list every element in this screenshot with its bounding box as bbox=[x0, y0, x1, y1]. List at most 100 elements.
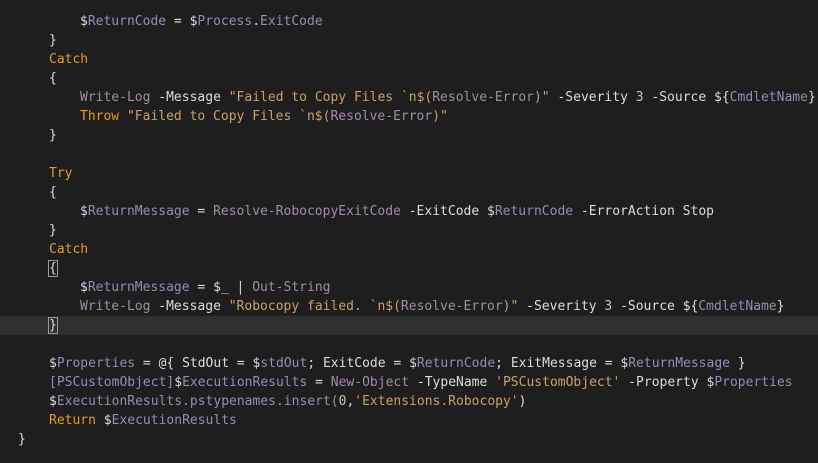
code-line-content: $ReturnCode = $Process.ExitCode bbox=[80, 12, 323, 31]
code-line[interactable]: Catch bbox=[0, 240, 818, 259]
code-token: Write-Log bbox=[80, 299, 151, 314]
code-line-content: } bbox=[18, 430, 26, 449]
code-line-content: $Properties = @{ StdOut = $stdOut; ExitC… bbox=[49, 354, 746, 373]
code-token: 'Extensions.Robocopy' bbox=[354, 394, 519, 409]
code-token: ReturnMessage bbox=[628, 356, 730, 371]
code-line[interactable]: { bbox=[0, 69, 818, 88]
code-token: Catch bbox=[49, 242, 89, 257]
code-token: $ bbox=[409, 356, 417, 371]
code-token: { bbox=[49, 185, 57, 200]
code-line-content: Return $ExecutionResults bbox=[49, 411, 237, 430]
code-token: ${ bbox=[714, 90, 730, 105]
code-line[interactable]: Write-Log -Message "Robocopy failed. `n$… bbox=[0, 297, 818, 316]
code-token: -ErrorAction Stop bbox=[573, 204, 714, 219]
code-token: ExecutionResults bbox=[111, 413, 237, 428]
code-token: . bbox=[252, 14, 261, 29]
code-token: -Severity bbox=[549, 90, 636, 105]
code-token: ExitCode bbox=[260, 14, 323, 29]
code-token: New-Object bbox=[330, 375, 410, 390]
code-line[interactable]: $ReturnCode = $Process.ExitCode bbox=[0, 12, 818, 31]
code-token: ReturnCode bbox=[494, 204, 574, 219]
code-token: Return bbox=[49, 413, 96, 428]
code-token: Properties bbox=[714, 375, 793, 390]
code-token: ReturnCode bbox=[87, 14, 167, 29]
code-token: } bbox=[18, 432, 26, 447]
code-line[interactable]: Return $ExecutionResults bbox=[0, 411, 818, 430]
code-line[interactable]: } bbox=[0, 316, 818, 335]
code-token: $ bbox=[103, 413, 112, 428]
code-token: )" bbox=[432, 109, 448, 124]
code-token: ${ bbox=[682, 299, 699, 314]
code-token: ReturnMessage bbox=[87, 280, 190, 295]
code-token: Process bbox=[197, 14, 253, 29]
code-line[interactable] bbox=[0, 145, 818, 164]
code-token: Resolve-Error bbox=[330, 109, 433, 124]
code-token: = bbox=[307, 375, 331, 390]
code-line-content: } bbox=[49, 31, 57, 50]
code-token: [PSCustomObject] bbox=[49, 375, 175, 390]
code-line[interactable]: $Properties = @{ StdOut = $stdOut; ExitC… bbox=[0, 354, 818, 373]
code-token: | bbox=[228, 280, 253, 295]
code-token: } bbox=[776, 299, 785, 314]
code-token: -Source bbox=[643, 90, 715, 105]
code-line[interactable]: Catch bbox=[0, 50, 818, 69]
code-line[interactable]: [PSCustomObject]$ExecutionResults = New-… bbox=[0, 373, 818, 392]
code-editor[interactable]: $ReturnCode = $Process.ExitCode} Catch{Wr… bbox=[0, 0, 818, 463]
code-line-content: { bbox=[48, 259, 58, 278]
code-line[interactable]: $ExecutionResults.pstypenames.insert(0,'… bbox=[0, 392, 818, 411]
code-line[interactable]: } bbox=[0, 221, 818, 240]
code-token: Write-Log bbox=[80, 90, 151, 105]
code-line[interactable]: $ReturnMessage = Resolve-RobocopyExitCod… bbox=[0, 202, 818, 221]
code-token: = bbox=[189, 204, 214, 219]
code-token: stdOut bbox=[260, 356, 308, 371]
matched-brace: { bbox=[48, 260, 58, 277]
code-token: Resolve-Error bbox=[400, 299, 503, 314]
code-token: Out-String bbox=[252, 280, 331, 295]
code-line-content: { bbox=[49, 69, 57, 88]
code-token: ; ExitMessage = bbox=[495, 356, 621, 371]
code-token: } bbox=[729, 356, 746, 371]
code-token: )" bbox=[502, 299, 519, 314]
code-line[interactable]: $ReturnMessage = $_ | Out-String bbox=[0, 278, 818, 297]
code-token: )" bbox=[533, 90, 550, 105]
code-token: @{ StdOut = bbox=[158, 356, 253, 371]
code-token: } bbox=[49, 223, 57, 238]
code-line-content: Throw "Failed to Copy Files `n$(Resolve-… bbox=[80, 107, 448, 126]
code-token: ; ExitCode = bbox=[307, 356, 410, 371]
code-line[interactable]: } bbox=[0, 430, 818, 449]
code-line[interactable]: { bbox=[0, 183, 818, 202]
code-token: $ bbox=[487, 204, 495, 219]
code-token: -TypeName bbox=[409, 375, 496, 390]
code-token: ReturnMessage bbox=[87, 204, 190, 219]
code-line[interactable] bbox=[0, 335, 818, 354]
code-line[interactable]: Throw "Failed to Copy Files `n$(Resolve-… bbox=[0, 107, 818, 126]
code-line[interactable]: { bbox=[0, 259, 818, 278]
code-line-content: Catch bbox=[49, 240, 88, 259]
code-line-content: Try bbox=[49, 164, 72, 183]
code-token: $ bbox=[49, 394, 57, 409]
code-line[interactable]: } bbox=[0, 126, 818, 145]
code-line[interactable]: Try bbox=[0, 164, 818, 183]
code-token: -Severity bbox=[518, 299, 605, 314]
code-token: -ExitCode bbox=[400, 204, 487, 219]
code-token: ExecutionResults bbox=[182, 375, 308, 390]
code-token: -Source bbox=[612, 299, 683, 314]
code-line-content: Write-Log -Message "Robocopy failed. `n$… bbox=[80, 297, 784, 316]
code-token: ReturnCode bbox=[416, 356, 496, 371]
code-token: .pstypenames.insert( bbox=[182, 394, 339, 409]
code-token: CmdletName bbox=[698, 299, 777, 314]
code-token: "Failed to Copy Files `n$( bbox=[228, 90, 433, 105]
code-line[interactable]: Write-Log -Message "Failed to Copy Files… bbox=[0, 88, 818, 107]
code-line[interactable]: } bbox=[0, 31, 818, 50]
code-line-content: Catch bbox=[49, 50, 88, 69]
code-token: $ bbox=[80, 14, 88, 29]
code-token: $_ bbox=[213, 280, 229, 295]
code-token: Resolve-Error bbox=[432, 90, 534, 105]
code-token: $ bbox=[174, 375, 183, 390]
code-token: } bbox=[807, 90, 816, 105]
code-token: "Robocopy failed. `n$( bbox=[228, 299, 401, 314]
code-line-content: } bbox=[48, 316, 58, 335]
code-token: = bbox=[166, 14, 190, 29]
code-token: "Failed to Copy Files `n$( bbox=[119, 109, 331, 124]
